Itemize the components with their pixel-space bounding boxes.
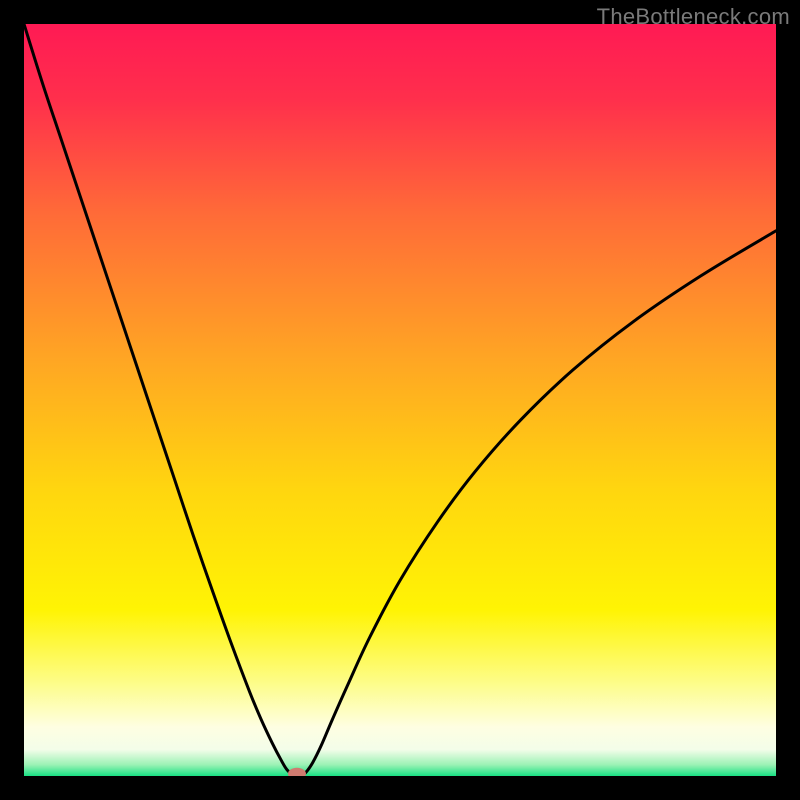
chart-frame: TheBottleneck.com (0, 0, 800, 800)
chart-background (24, 24, 776, 776)
chart-plot-area (24, 24, 776, 776)
watermark-text: TheBottleneck.com (597, 4, 790, 30)
chart-svg (24, 24, 776, 776)
